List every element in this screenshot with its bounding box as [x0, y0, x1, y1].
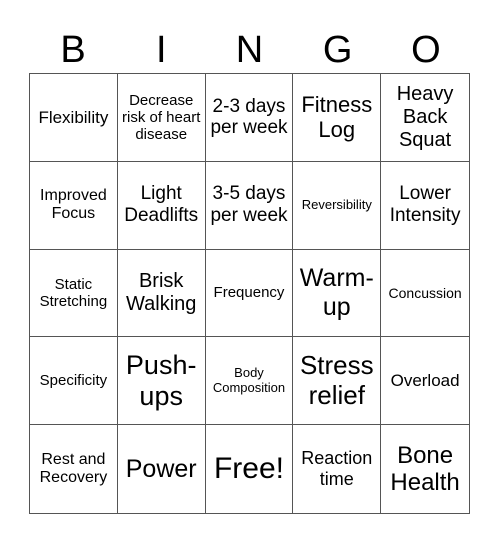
- bingo-cell[interactable]: 3-5 days per week: [205, 161, 294, 250]
- bingo-cell[interactable]: Static Stretching: [30, 249, 118, 338]
- bingo-cell[interactable]: Reaction time: [293, 425, 382, 513]
- bingo-cell[interactable]: Push-ups: [117, 337, 206, 426]
- bingo-cell[interactable]: Stress relief: [293, 337, 382, 426]
- bingo-cell[interactable]: Heavy Back Squat: [381, 74, 469, 162]
- bingo-cell[interactable]: Bone Health: [381, 425, 469, 513]
- bingo-cell[interactable]: Overload: [381, 337, 469, 426]
- bingo-cell[interactable]: Fitness Log: [293, 74, 382, 162]
- bingo-cell[interactable]: Rest and Recovery: [30, 425, 118, 513]
- header-letter-b: B: [60, 29, 86, 71]
- bingo-cell[interactable]: 2-3 days per week: [205, 74, 294, 162]
- bingo-free-cell[interactable]: Free!: [206, 425, 294, 513]
- bingo-cell[interactable]: Lower Intensity: [381, 162, 469, 250]
- bingo-cell[interactable]: Concussion: [381, 250, 469, 338]
- bingo-cell[interactable]: Light Deadlifts: [117, 161, 206, 250]
- bingo-cell[interactable]: Body Composition: [205, 337, 294, 426]
- header-letter-i: I: [156, 29, 167, 71]
- bingo-header: B I N G O: [29, 28, 470, 72]
- header-letter-g: G: [322, 29, 353, 71]
- bingo-cell[interactable]: Power: [118, 425, 206, 513]
- header-letter-n: N: [235, 29, 264, 71]
- bingo-cell[interactable]: Decrease risk of heart disease: [117, 74, 206, 162]
- bingo-cell[interactable]: Reversibility: [293, 161, 382, 250]
- bingo-cell[interactable]: Brisk Walking: [117, 249, 206, 338]
- bingo-cell[interactable]: Improved Focus: [30, 161, 118, 250]
- bingo-cell[interactable]: Warm-up: [293, 249, 382, 338]
- bingo-cell[interactable]: Flexibility: [30, 74, 118, 162]
- header-letter-o: O: [411, 29, 441, 71]
- bingo-cell[interactable]: Frequency: [205, 249, 294, 338]
- bingo-cell[interactable]: Specificity: [30, 337, 118, 426]
- bingo-grid: Flexibility Decrease risk of heart disea…: [29, 73, 470, 514]
